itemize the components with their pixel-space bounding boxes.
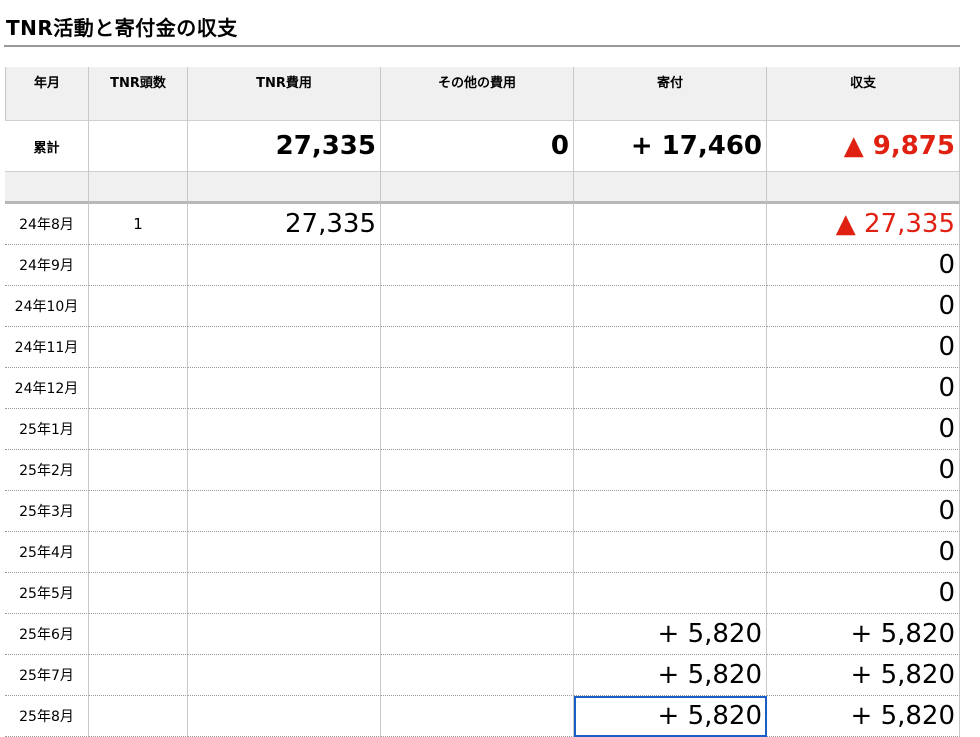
spacer-cell[interactable] — [188, 172, 381, 204]
cell-tnr-cost[interactable] — [188, 573, 381, 614]
cell-donation[interactable] — [574, 368, 767, 409]
spacer-cell[interactable] — [767, 172, 960, 204]
totals-tnr-cost[interactable]: 27,335 — [188, 121, 381, 172]
cell-month[interactable]: 24年10月 — [5, 286, 89, 327]
cell-tnr-count[interactable] — [89, 614, 188, 655]
cell-month[interactable]: 25年5月 — [5, 573, 89, 614]
totals-other-cost[interactable]: 0 — [381, 121, 574, 172]
cell-month[interactable]: 25年8月 — [5, 696, 89, 737]
cell-tnr-cost[interactable] — [188, 532, 381, 573]
cell-donation[interactable] — [574, 450, 767, 491]
cell-month[interactable]: 24年9月 — [5, 245, 89, 286]
spacer-cell[interactable] — [89, 172, 188, 204]
cell-tnr-count[interactable] — [89, 409, 188, 450]
cell-balance[interactable]: 0 — [767, 245, 960, 286]
cell-month[interactable]: 25年6月 — [5, 614, 89, 655]
cell-other-cost[interactable] — [381, 532, 574, 573]
cell-tnr-cost[interactable] — [188, 450, 381, 491]
header-month[interactable]: 年月 — [5, 67, 89, 121]
cell-other-cost[interactable] — [381, 614, 574, 655]
totals-count[interactable] — [89, 121, 188, 172]
cell-other-cost[interactable] — [381, 655, 574, 696]
cell-balance[interactable]: 0 — [767, 368, 960, 409]
spacer-cell[interactable] — [5, 172, 89, 204]
cell-month[interactable]: 25年7月 — [5, 655, 89, 696]
spacer-cell[interactable] — [574, 172, 767, 204]
cell-other-cost[interactable] — [381, 286, 574, 327]
cell-balance[interactable]: + 5,820 — [767, 614, 960, 655]
cell-other-cost[interactable] — [381, 696, 574, 737]
cell-balance[interactable]: 0 — [767, 409, 960, 450]
cell-tnr-cost[interactable] — [188, 696, 381, 737]
cell-tnr-cost[interactable] — [188, 327, 381, 368]
cell-balance[interactable]: 0 — [767, 532, 960, 573]
cell-donation[interactable] — [574, 532, 767, 573]
cell-tnr-count[interactable] — [89, 327, 188, 368]
cell-donation[interactable] — [574, 245, 767, 286]
cell-other-cost[interactable] — [381, 573, 574, 614]
cell-donation[interactable] — [574, 409, 767, 450]
header-other-cost[interactable]: その他の費用 — [381, 67, 574, 121]
cell-tnr-count[interactable]: 1 — [89, 204, 188, 245]
cell-balance[interactable]: 0 — [767, 327, 960, 368]
spacer-cell[interactable] — [381, 172, 574, 204]
balance-table: 年月 TNR頭数 TNR費用 その他の費用 寄付 収支 累計 27,335 0 … — [5, 67, 960, 737]
cell-month[interactable]: 25年4月 — [5, 532, 89, 573]
header-tnr-count[interactable]: TNR頭数 — [89, 67, 188, 121]
cell-tnr-count[interactable] — [89, 245, 188, 286]
cell-month[interactable]: 24年11月 — [5, 327, 89, 368]
cell-balance[interactable]: + 5,820 — [767, 696, 960, 737]
cell-month[interactable]: 24年8月 — [5, 204, 89, 245]
cell-tnr-count[interactable] — [89, 655, 188, 696]
cell-balance[interactable]: 0 — [767, 491, 960, 532]
cell-month[interactable]: 25年2月 — [5, 450, 89, 491]
totals-donation[interactable]: + 17,460 — [574, 121, 767, 172]
cell-donation[interactable] — [574, 286, 767, 327]
cell-month[interactable]: 24年12月 — [5, 368, 89, 409]
cell-donation[interactable]: + 5,820 — [574, 696, 767, 737]
cell-other-cost[interactable] — [381, 245, 574, 286]
sheet-title: TNR活動と寄付金の収支 — [6, 16, 238, 40]
cell-other-cost[interactable] — [381, 409, 574, 450]
header-balance[interactable]: 収支 — [767, 67, 960, 121]
header-tnr-cost[interactable]: TNR費用 — [188, 67, 381, 121]
cell-tnr-count[interactable] — [89, 450, 188, 491]
cell-tnr-count[interactable] — [89, 286, 188, 327]
cell-tnr-cost[interactable] — [188, 655, 381, 696]
cell-other-cost[interactable] — [381, 368, 574, 409]
cell-donation[interactable] — [574, 573, 767, 614]
cell-month[interactable]: 25年1月 — [5, 409, 89, 450]
totals-label[interactable]: 累計 — [5, 121, 89, 172]
header-donation[interactable]: 寄付 — [574, 67, 767, 121]
cell-tnr-count[interactable] — [89, 491, 188, 532]
totals-balance[interactable]: ▲ 9,875 — [767, 121, 960, 172]
cell-balance[interactable]: 0 — [767, 286, 960, 327]
cell-tnr-cost[interactable] — [188, 368, 381, 409]
cell-tnr-cost[interactable] — [188, 286, 381, 327]
cell-other-cost[interactable] — [381, 450, 574, 491]
cell-balance[interactable]: 0 — [767, 573, 960, 614]
cell-donation[interactable] — [574, 204, 767, 245]
cell-tnr-cost[interactable]: 27,335 — [188, 204, 381, 245]
cell-donation[interactable]: + 5,820 — [574, 614, 767, 655]
cell-other-cost[interactable] — [381, 204, 574, 245]
cell-donation[interactable] — [574, 491, 767, 532]
cell-tnr-count[interactable] — [89, 368, 188, 409]
cell-other-cost[interactable] — [381, 491, 574, 532]
cell-balance[interactable]: + 5,820 — [767, 655, 960, 696]
cell-other-cost[interactable] — [381, 327, 574, 368]
cell-balance[interactable]: 0 — [767, 450, 960, 491]
title-underline — [4, 45, 960, 47]
cell-tnr-cost[interactable] — [188, 409, 381, 450]
cell-donation[interactable]: + 5,820 — [574, 655, 767, 696]
cell-tnr-count[interactable] — [89, 573, 188, 614]
cell-tnr-cost[interactable] — [188, 614, 381, 655]
cell-balance[interactable]: ▲ 27,335 — [767, 204, 960, 245]
cell-tnr-count[interactable] — [89, 532, 188, 573]
cell-tnr-count[interactable] — [89, 696, 188, 737]
cell-donation[interactable] — [574, 327, 767, 368]
cell-tnr-cost[interactable] — [188, 491, 381, 532]
cell-month[interactable]: 25年3月 — [5, 491, 89, 532]
cell-tnr-cost[interactable] — [188, 245, 381, 286]
